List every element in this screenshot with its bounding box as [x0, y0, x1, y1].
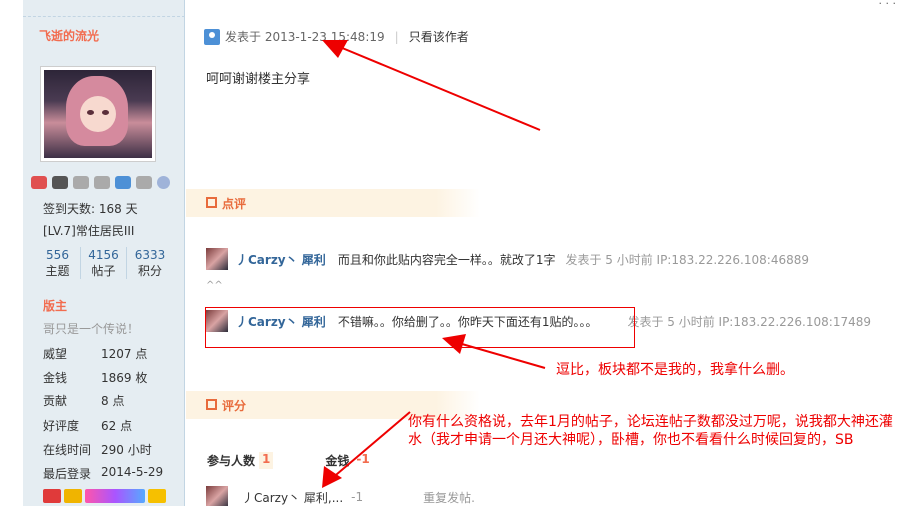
annotation-reply-note: 逗比，板块都不是我的，我拿什么删。	[556, 362, 794, 378]
badge-icon[interactable]	[85, 489, 145, 503]
field-key: 好评度	[43, 419, 80, 433]
badge-row	[43, 489, 166, 503]
field-value: 8 点	[101, 394, 125, 408]
author-sidebar: 飞逝的流光 签到天数: 168 天 [LV.7]常住居民III 556 主题 4…	[23, 0, 185, 506]
commenter-avatar[interactable]	[206, 248, 228, 270]
review-section-header: 点评	[186, 189, 480, 217]
money-value: -1	[356, 452, 370, 466]
field-key: 最后登录	[43, 467, 92, 481]
review-title: 点评	[222, 197, 247, 211]
money-label: 金钱	[325, 454, 350, 468]
user-motto: 哥只是一个传说！	[43, 322, 140, 336]
help-icon[interactable]	[157, 176, 170, 189]
stat-posts[interactable]: 4156 帖子	[81, 247, 127, 279]
author-avatar[interactable]	[40, 66, 156, 162]
field-online-time: 在线时间 290 小时	[43, 441, 152, 458]
comment-meta: 发表于 5 小时前 IP:183.22.226.108:17489	[627, 314, 871, 329]
medal-icon[interactable]	[52, 176, 68, 189]
user-role: 版主	[43, 299, 68, 313]
badge-icon[interactable]	[43, 489, 61, 503]
stat-label: 积分	[137, 264, 162, 278]
post-content: 呵呵谢谢楼主分享	[206, 72, 311, 87]
stat-label: 帖子	[91, 264, 116, 278]
field-value: 2014-5-29	[101, 465, 164, 479]
medal-icon[interactable]	[94, 176, 110, 189]
field-key: 金钱	[43, 371, 68, 385]
rating-row: 丿Carzy丶 犀利,... -1 重复发帖.	[206, 486, 475, 506]
checkin-value: 168 天	[98, 202, 138, 216]
rating-title: 评分	[222, 399, 247, 413]
rater-avatar[interactable]	[206, 486, 228, 506]
participants-label: 参与人数	[207, 454, 256, 468]
field-last-login: 最后登录 2014-5-29	[43, 465, 163, 482]
medal-icon[interactable]	[31, 176, 47, 189]
participants-count: 1	[259, 452, 274, 469]
field-rating: 好评度 62 点	[43, 417, 132, 434]
stat-value: 556	[46, 248, 69, 262]
stat-value: 4156	[88, 248, 119, 262]
post-header: 发表于 2013-1-23 15:48:19 | 只看该作者	[204, 28, 469, 45]
field-value: 290 小时	[101, 443, 152, 457]
comment-text: 而且和你此贴内容完全一样。。就改了1字	[337, 252, 556, 267]
arrow-head	[322, 466, 342, 488]
review-comment: 丿Carzy丶 犀利 而且和你此贴内容完全一样。。就改了1字 发表于 5 小时前…	[206, 248, 809, 270]
bow-icon[interactable]	[148, 489, 166, 503]
stat-threads[interactable]: 556 主题	[35, 247, 81, 279]
field-key: 威望	[43, 347, 68, 361]
medal-icon[interactable]	[73, 176, 89, 189]
field-money: 金钱 1869 枚	[43, 369, 147, 386]
user-stats: 556 主题 4156 帖子 6333 积分	[35, 247, 173, 279]
medal-icon[interactable]	[136, 176, 152, 189]
arrow-line	[334, 44, 541, 131]
field-value: 1207 点	[101, 347, 148, 361]
annotation-rant-note: 你有什么资格说，去年1月的帖子，论坛连帖子数都没过万呢，说我都大神还灌水（我才申…	[408, 414, 893, 448]
divider	[23, 16, 185, 17]
stat-label: 主题	[45, 264, 70, 278]
stat-points[interactable]: 6333 积分	[127, 247, 173, 279]
field-key: 在线时间	[43, 443, 92, 457]
annotation-highlight-box	[205, 307, 635, 348]
user-icon	[204, 28, 220, 45]
stat-value: 6333	[134, 248, 166, 262]
medal-row	[31, 176, 170, 189]
field-key: 贡献	[43, 394, 68, 408]
medal-icon[interactable]	[115, 176, 131, 189]
field-contribution: 贡献 8 点	[43, 392, 124, 409]
field-value: 1869 枚	[101, 371, 148, 385]
rating-summary: 参与人数 1 金钱 -1	[207, 452, 373, 469]
rater-reason: 重复发帖.	[423, 490, 475, 505]
only-author-link[interactable]: 只看该作者	[409, 28, 469, 45]
field-prestige: 威望 1207 点	[43, 345, 147, 362]
rater-score: -1	[351, 490, 364, 504]
commenter-name[interactable]: 丿Carzy丶 犀利	[236, 251, 326, 268]
header-separator: |	[394, 29, 399, 44]
comment-more[interactable]: ^^	[206, 280, 223, 291]
square-icon	[206, 197, 217, 208]
comment-meta: 发表于 5 小时前 IP:183.22.226.108:46889	[565, 252, 809, 267]
arrow-line	[329, 411, 411, 481]
user-level[interactable]: [LV.7]常住居民III	[43, 222, 134, 239]
author-username[interactable]: 飞逝的流光	[39, 27, 99, 44]
avatar-image	[44, 70, 152, 158]
field-value: 62 点	[101, 419, 133, 433]
checkin-line: 签到天数: 168 天	[43, 200, 138, 217]
checkin-label: 签到天数:	[43, 202, 96, 216]
badge-icon[interactable]	[64, 489, 82, 503]
post-timestamp: 发表于 2013-1-23 15:48:19	[225, 30, 385, 44]
square-icon	[206, 399, 217, 410]
rater-name[interactable]: 丿Carzy丶 犀利,...	[242, 489, 343, 506]
top-ellipsis: . . .	[878, 0, 896, 7]
